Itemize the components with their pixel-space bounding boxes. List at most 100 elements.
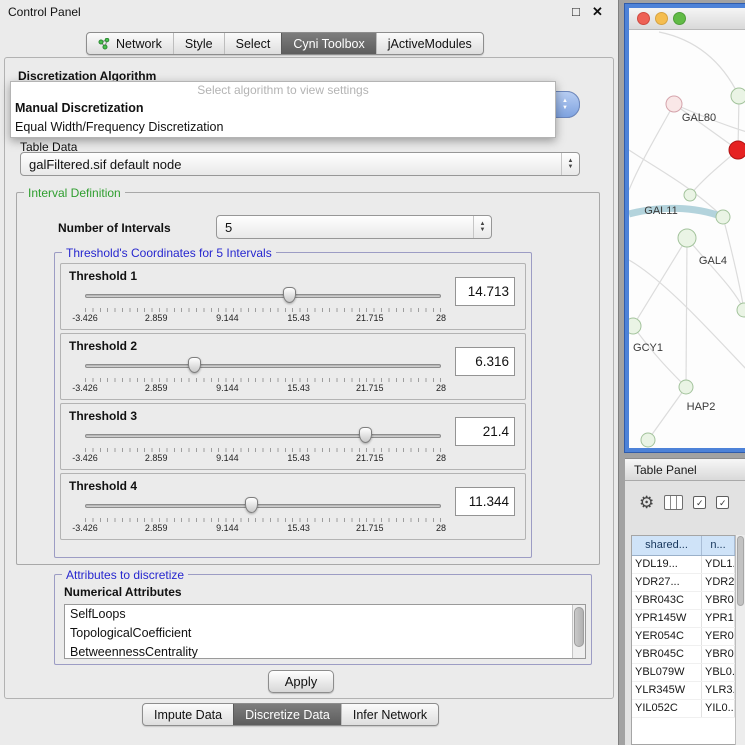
tab-style[interactable]: Style: [173, 33, 224, 54]
network-view-window[interactable]: GAL80GAL11GAL4GCY1HAP2: [625, 4, 745, 452]
threshold-value-field[interactable]: 6.316: [455, 347, 515, 376]
minimize-traffic-light-icon[interactable]: [655, 12, 668, 25]
node-label: GAL4: [699, 255, 727, 267]
tick-label: 28: [436, 313, 446, 323]
network-canvas[interactable]: GAL80GAL11GAL4GCY1HAP2: [629, 30, 745, 448]
tab-label: Network: [116, 37, 162, 51]
slider-track[interactable]: [85, 364, 441, 368]
attribute-list-item[interactable]: TopologicalCoefficient: [65, 624, 585, 643]
tab-discretize-data[interactable]: Discretize Data: [233, 704, 341, 725]
tick-label: 28: [436, 453, 446, 463]
tab-cyni-toolbox[interactable]: Cyni Toolbox: [281, 33, 375, 54]
table-scrollbar[interactable]: [735, 535, 745, 745]
table-panel-title: Table Panel: [625, 459, 745, 481]
slider-track[interactable]: [85, 504, 441, 508]
slider-thumb[interactable]: [283, 287, 296, 303]
attribute-list-item[interactable]: SelfLoops: [65, 605, 585, 624]
network-node[interactable]: [678, 229, 696, 247]
top-tab-bar: Network Style SelectCyni ToolboxjActiveMod…: [86, 32, 484, 55]
num-intervals-combobox[interactable]: 5 ▲▼: [216, 215, 492, 239]
slider-thumb[interactable]: [245, 497, 258, 513]
select-none-columns-icon[interactable]: ✓: [716, 496, 729, 509]
tab-network[interactable]: Network: [87, 33, 173, 54]
column-header-shared-name[interactable]: shared...: [632, 536, 702, 555]
table-row[interactable]: YDR27...YDR2...: [632, 574, 735, 592]
network-node[interactable]: [629, 318, 641, 334]
table-row[interactable]: YBR045CYBR0...: [632, 646, 735, 664]
close-traffic-light-icon[interactable]: [637, 12, 650, 25]
tab-jactivemodules[interactable]: jActiveModules: [376, 33, 483, 54]
table-row[interactable]: YBR043CYBR0...: [632, 592, 735, 610]
attribute-list-item[interactable]: BetweennessCentrality: [65, 643, 585, 659]
tab-label: Style: [185, 37, 213, 51]
table-cell: YLR3...: [702, 682, 735, 699]
threshold-slider[interactable]: [85, 287, 441, 305]
tab-infer-network[interactable]: Infer Network: [341, 704, 438, 725]
network-edge[interactable]: [633, 326, 686, 387]
network-node[interactable]: [729, 141, 745, 159]
attributes-list[interactable]: SelfLoopsTopologicalCoefficientBetweenne…: [64, 604, 586, 659]
slider-thumb[interactable]: [188, 357, 201, 373]
table-row[interactable]: YER054CYER0...: [632, 628, 735, 646]
slider-track[interactable]: [85, 434, 441, 438]
table-data-combobox[interactable]: galFiltered.sif default node ▲▼: [20, 152, 580, 176]
apply-button[interactable]: Apply: [268, 670, 334, 693]
list-scrollbar[interactable]: [572, 605, 585, 658]
gear-icon[interactable]: ⚙: [639, 494, 654, 511]
tab-impute-data[interactable]: Impute Data: [143, 704, 233, 725]
zoom-traffic-light-icon[interactable]: [673, 12, 686, 25]
network-node[interactable]: [666, 96, 682, 112]
network-node[interactable]: [731, 88, 745, 104]
tick-label: 15.43: [287, 453, 310, 463]
table-row[interactable]: YIL052CYIL0...: [632, 700, 735, 718]
threshold-slider[interactable]: [85, 427, 441, 445]
network-edge[interactable]: [686, 238, 687, 387]
algorithm-option[interactable]: Manual Discretization: [11, 99, 555, 118]
threshold-slider[interactable]: [85, 357, 441, 375]
tab-label: Infer Network: [353, 708, 427, 722]
network-edge[interactable]: [690, 150, 738, 195]
scrollbar-thumb[interactable]: [574, 607, 584, 647]
threshold-label: Threshold 1: [69, 269, 137, 283]
bottom-tab-bar: Impute DataDiscretize Data Infer Network: [142, 703, 439, 726]
table-row[interactable]: YBL079WYBL0...: [632, 664, 735, 682]
table-data-value: galFiltered.sif default node: [21, 157, 561, 172]
network-edge[interactable]: [629, 104, 674, 190]
slider-track[interactable]: [85, 294, 441, 298]
select-all-columns-icon[interactable]: ✓: [693, 496, 706, 509]
network-edge[interactable]: [659, 32, 739, 96]
network-node[interactable]: [737, 303, 745, 317]
scrollbar-thumb[interactable]: [737, 536, 744, 606]
control-panel: Control Panel □ ✕ NetworkStyleSelectCyni…: [0, 0, 619, 745]
network-edge[interactable]: [674, 104, 738, 150]
network-node[interactable]: [684, 189, 696, 201]
interval-group-title: Interval Definition: [24, 186, 125, 200]
network-node[interactable]: [716, 210, 730, 224]
table-row[interactable]: YLR345WYLR3...: [632, 682, 735, 700]
network-edge[interactable]: [687, 238, 744, 310]
network-edge[interactable]: [648, 387, 686, 440]
numerical-attributes-label: Numerical Attributes: [64, 585, 182, 599]
threshold-value-field[interactable]: 21.4: [455, 417, 515, 446]
columns-icon[interactable]: [664, 495, 683, 510]
close-icon[interactable]: ✕: [592, 4, 603, 20]
column-header-name[interactable]: n...: [702, 536, 735, 555]
attributes-list-items: SelfLoopsTopologicalCoefficientBetweenne…: [65, 605, 585, 659]
node-table: shared... n... YDL19...YDL1...YDR27...YD…: [631, 535, 735, 745]
tab-select[interactable]: Select: [224, 33, 282, 54]
slider-thumb[interactable]: [359, 427, 372, 443]
dropdown-placeholder: Select algorithm to view settings: [11, 82, 555, 99]
float-window-icon[interactable]: □: [572, 4, 580, 19]
threshold-value-field[interactable]: 14.713: [455, 277, 515, 306]
network-node[interactable]: [679, 380, 693, 394]
table-row[interactable]: YPR145WYPR1...: [632, 610, 735, 628]
threshold-slider[interactable]: [85, 497, 441, 515]
table-row[interactable]: YDL19...YDL1...: [632, 556, 735, 574]
threshold-value-field[interactable]: 11.344: [455, 487, 515, 516]
network-node[interactable]: [641, 433, 655, 447]
threshold-label: Threshold 4: [69, 479, 137, 493]
algorithm-option[interactable]: Equal Width/Frequency Discretization: [11, 118, 555, 137]
tick-label: 2.859: [145, 523, 168, 533]
table-header-row: shared... n...: [632, 536, 735, 556]
table-cell: YDL19...: [632, 556, 702, 573]
